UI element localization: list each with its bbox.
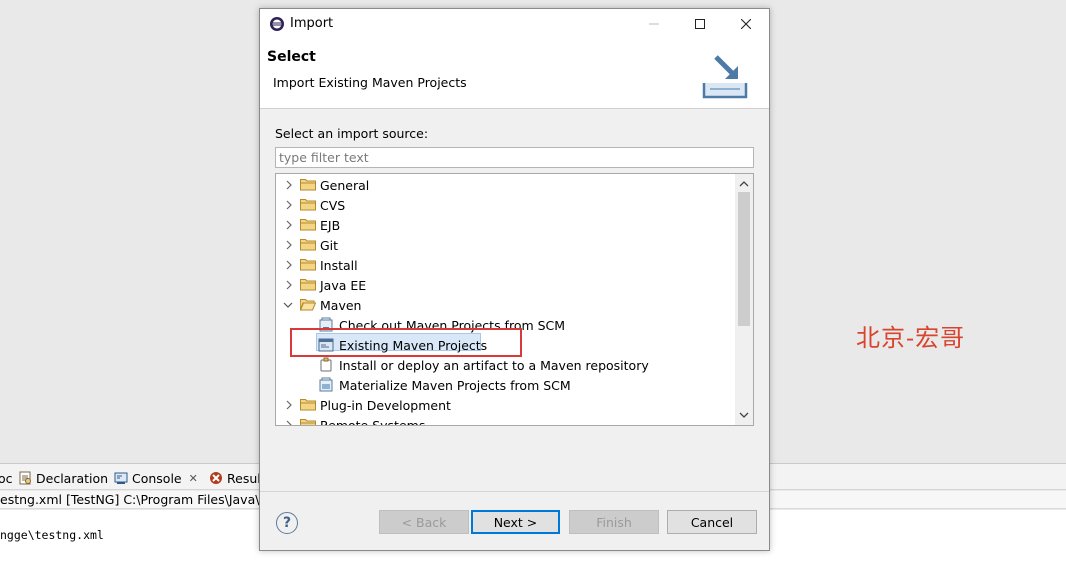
close-tab-icon[interactable]: ✕: [189, 472, 198, 485]
dialog-button-bar: ? < Back Next > Finish Cancel: [260, 491, 769, 550]
annotation-red-box: [290, 328, 522, 357]
tree-item-materialize-maven-scm[interactable]: Materialize Maven Projects from SCM: [276, 375, 736, 395]
tab-label: Resul: [227, 470, 261, 486]
maven-install-icon: [320, 357, 332, 372]
wizard-header: Select Import Existing Maven Projects: [260, 39, 769, 109]
scroll-up-icon[interactable]: [739, 179, 749, 189]
tab-javadoc[interactable]: oc: [0, 469, 13, 487]
chevron-down-icon[interactable]: [283, 300, 293, 310]
import-source-label: Select an import source:: [275, 126, 429, 141]
maximize-button[interactable]: [677, 9, 723, 39]
chevron-right-icon[interactable]: [284, 240, 294, 250]
folder-icon: [300, 259, 316, 271]
wizard-page-description: Import Existing Maven Projects: [273, 75, 467, 90]
cancel-button[interactable]: Cancel: [667, 510, 757, 534]
chevron-right-icon[interactable]: [284, 400, 294, 410]
maximize-icon: [695, 19, 705, 29]
scroll-down-icon[interactable]: [739, 410, 749, 420]
maven-materialize-icon: [319, 377, 333, 392]
import-dialog: Import Select Import Existing Maven Proj…: [259, 8, 770, 551]
dialog-title: Import: [290, 16, 334, 31]
console-icon: [114, 471, 128, 485]
tree-item-label: Git: [320, 237, 339, 253]
tab-label: oc: [0, 470, 13, 486]
tree-item-label: General: [320, 177, 370, 193]
minimize-button[interactable]: [631, 9, 677, 39]
tree-item-label: Materialize Maven Projects from SCM: [339, 377, 571, 393]
tree-item-java-ee[interactable]: Java EE: [276, 275, 736, 295]
tree-item-install[interactable]: Install: [276, 255, 736, 275]
tree-scrollbar[interactable]: [735, 174, 753, 425]
folder-icon: [300, 279, 316, 291]
wizard-page-title: Select: [267, 49, 316, 65]
next-button[interactable]: Next >: [471, 510, 560, 534]
tab-declaration[interactable]: Declaration: [18, 469, 108, 487]
scrollbar-thumb[interactable]: [738, 192, 750, 326]
chevron-right-icon[interactable]: [284, 260, 294, 270]
open-folder-icon: [300, 299, 316, 311]
chevron-right-icon[interactable]: [284, 280, 294, 290]
tree-item-label: Plug-in Development: [320, 397, 451, 413]
tree-item-label: CVS: [320, 197, 346, 213]
tree-item-label: Maven: [320, 297, 362, 313]
tree-item-install-deploy-artifact[interactable]: Install or deploy an artifact to a Maven…: [276, 355, 736, 375]
console-output-text: ngge\testng.xml: [0, 528, 104, 542]
tree-item-ejb[interactable]: EJB: [276, 215, 736, 235]
import-wizard-icon: [696, 53, 752, 99]
declaration-icon: [18, 471, 32, 485]
close-icon: [741, 19, 751, 29]
minimize-icon: [649, 23, 659, 25]
folder-icon: [300, 219, 316, 231]
tab-results[interactable]: Resul: [209, 469, 261, 487]
folder-icon: [300, 419, 316, 425]
help-icon[interactable]: ?: [276, 512, 298, 534]
tree-item-maven[interactable]: Maven: [276, 295, 736, 315]
folder-icon: [300, 239, 316, 251]
tree-item-git[interactable]: Git: [276, 235, 736, 255]
import-source-tree[interactable]: General CVS EJB Git Install Java EE Mave…: [275, 173, 754, 426]
finish-button[interactable]: Finish: [569, 510, 659, 534]
tab-console[interactable]: Console ✕: [114, 469, 198, 487]
dialog-titlebar[interactable]: Import: [260, 9, 769, 39]
chevron-right-icon[interactable]: [284, 180, 294, 190]
tree-item-cvs[interactable]: CVS: [276, 195, 736, 215]
tab-label: Console: [132, 470, 182, 486]
testng-results-icon: [209, 471, 223, 485]
back-button[interactable]: < Back: [379, 510, 469, 534]
filter-input[interactable]: [275, 147, 754, 168]
tree-item-general[interactable]: General: [276, 175, 736, 195]
eclipse-icon: [269, 16, 285, 32]
tree-item-label: Install or deploy an artifact to a Maven…: [339, 357, 649, 373]
tree-item-label: Remote Systems: [320, 417, 426, 426]
chevron-right-icon[interactable]: [284, 220, 294, 230]
watermark: 北京-宏哥: [856, 324, 966, 352]
tree-item-label: Java EE: [320, 277, 367, 293]
chevron-right-icon[interactable]: [284, 200, 294, 210]
tree-item-plugin-development[interactable]: Plug-in Development: [276, 395, 736, 415]
close-button[interactable]: [723, 9, 769, 39]
tree-item-label: EJB: [320, 217, 341, 233]
tab-label: Declaration: [36, 470, 109, 486]
tree-item-label: Install: [320, 257, 358, 273]
folder-icon: [300, 399, 316, 411]
folder-icon: [300, 199, 316, 211]
chevron-right-icon[interactable]: [284, 420, 294, 426]
tree-item-remote-systems[interactable]: Remote Systems: [276, 415, 736, 426]
folder-icon: [300, 179, 316, 191]
